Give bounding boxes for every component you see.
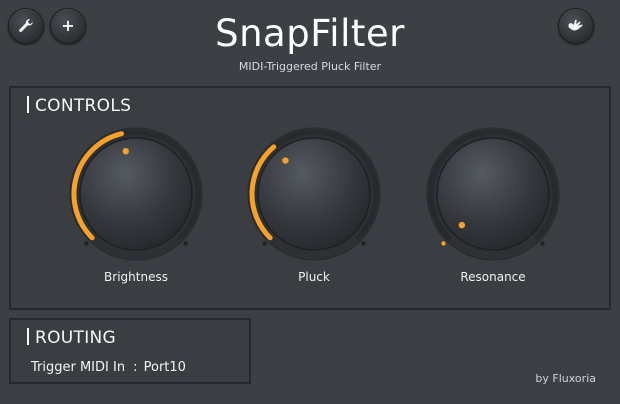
- brightness-label: Brightness: [104, 270, 168, 284]
- knob-max-dot: [183, 241, 188, 246]
- resonance-label: Resonance: [460, 270, 526, 284]
- trigger-midi-label: Trigger MIDI In: [31, 360, 126, 375]
- controls-panel: CONTROLS Brightness Pluck Resonance: [9, 86, 611, 310]
- brightness-knob[interactable]: Brightness: [66, 88, 206, 284]
- pluck-label: Pluck: [298, 270, 330, 284]
- trigger-midi-separator: :: [133, 360, 138, 375]
- routing-heading: ROUTING: [27, 328, 116, 348]
- pluck-knob[interactable]: Pluck: [244, 88, 384, 284]
- routing-panel: ROUTING Trigger MIDI In: Port10: [9, 318, 251, 384]
- routing-heading-label: ROUTING: [35, 328, 117, 348]
- trigger-midi-row[interactable]: Trigger MIDI In: Port10: [31, 360, 186, 375]
- knob-min-dot: [262, 241, 267, 246]
- knob-indicator: [282, 157, 289, 164]
- knob-max-dot: [540, 241, 545, 246]
- vendor-credit: by Fluxoria: [535, 372, 596, 385]
- knob-indicator: [458, 221, 466, 229]
- knob-min-dot: [84, 241, 89, 246]
- trigger-midi-port[interactable]: Port10: [144, 360, 186, 375]
- brightness-knob-graphic[interactable]: [66, 88, 206, 268]
- resonance-knob-graphic[interactable]: [423, 88, 563, 268]
- knob-indicator: [122, 148, 129, 155]
- knob-body[interactable]: [436, 137, 550, 251]
- app-subtitle: MIDI-Triggered Pluck Filter: [238, 60, 382, 73]
- resonance-knob[interactable]: Resonance: [423, 88, 563, 284]
- knob-body[interactable]: [79, 137, 193, 251]
- knob-min-dot: [441, 241, 446, 246]
- knob-max-dot: [361, 241, 366, 246]
- knob-body[interactable]: [257, 137, 371, 251]
- app-title: SnapFilter: [215, 12, 405, 55]
- pluck-knob-graphic[interactable]: [244, 88, 384, 268]
